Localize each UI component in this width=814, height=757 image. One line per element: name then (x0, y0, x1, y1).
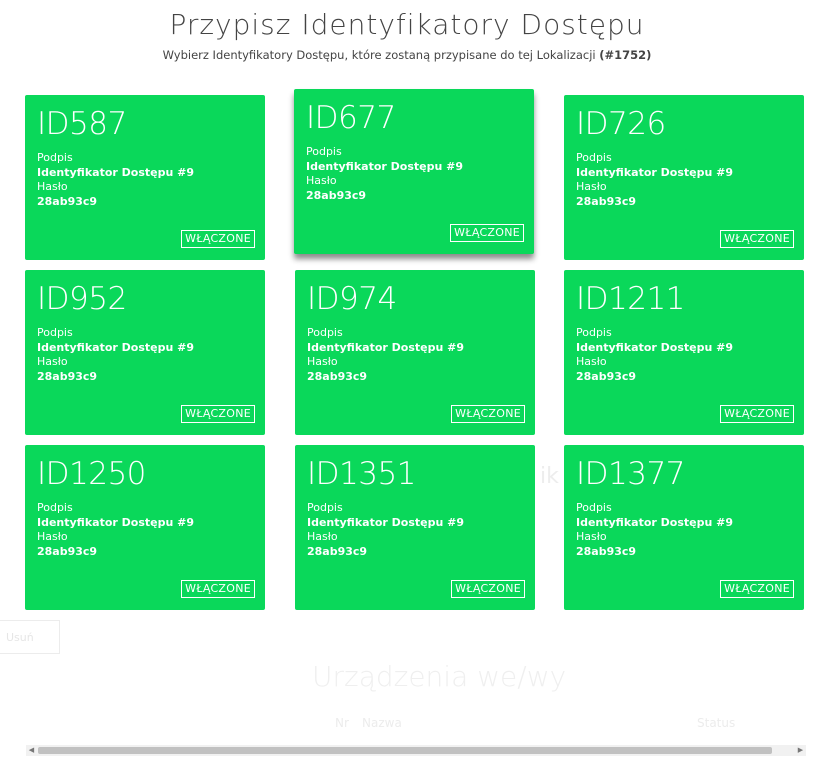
card-id: ID952 (37, 281, 127, 317)
card-signature-label: Podpis (576, 151, 612, 164)
card-id: ID1250 (37, 456, 146, 492)
status-badge: WŁĄCZONE (451, 580, 525, 598)
card-password-label: Hasło (37, 355, 68, 368)
card-password-value: 28ab93c9 (307, 545, 368, 558)
card-id: ID726 (576, 106, 666, 142)
card-signature-label: Podpis (576, 501, 612, 514)
card-password-label: Hasło (37, 530, 68, 543)
scroll-left-arrow-icon[interactable]: ◀ (26, 745, 37, 756)
scroll-right-arrow-icon[interactable]: ▶ (795, 745, 806, 756)
card-password-value: 28ab93c9 (37, 370, 98, 383)
status-badge: WŁĄCZONE (720, 405, 794, 423)
card-signature-value: Identyfikator Dostępu #9 (576, 516, 734, 529)
card-signature-value: Identyfikator Dostępu #9 (37, 516, 195, 529)
card-signature-value: Identyfikator Dostępu #9 (576, 166, 734, 179)
card-password-value: 28ab93c9 (576, 545, 637, 558)
card-password-label: Hasło (307, 530, 338, 543)
card-id: ID587 (37, 106, 127, 142)
card-password-label: Hasło (576, 355, 607, 368)
card-password-value: 28ab93c9 (37, 545, 98, 558)
card-id: ID974 (307, 281, 397, 317)
access-id-card[interactable]: ID974 Podpis Identyfikator Dostępu #9 Ha… (295, 270, 535, 435)
card-signature-value: Identyfikator Dostępu #9 (576, 341, 734, 354)
card-signature-value: Identyfikator Dostępu #9 (37, 166, 195, 179)
access-id-grid: ID587 Podpis Identyfikator Dostępu #9 Ha… (0, 0, 814, 757)
card-password-value: 28ab93c9 (306, 189, 367, 202)
card-signature-value: Identyfikator Dostępu #9 (37, 341, 195, 354)
access-id-card[interactable]: ID952 Podpis Identyfikator Dostępu #9 Ha… (25, 270, 265, 435)
card-id: ID1377 (576, 456, 685, 492)
card-signature-label: Podpis (307, 501, 343, 514)
card-signature-label: Podpis (37, 326, 73, 339)
status-badge: WŁĄCZONE (720, 580, 794, 598)
card-password-label: Hasło (307, 355, 338, 368)
card-password-value: 28ab93c9 (576, 195, 637, 208)
card-signature-label: Podpis (307, 326, 343, 339)
status-badge: WŁĄCZONE (720, 230, 794, 248)
status-badge: WŁĄCZONE (450, 224, 524, 242)
status-badge: WŁĄCZONE (181, 580, 255, 598)
horizontal-scrollbar[interactable]: ◀ ▶ (26, 745, 806, 756)
card-password-label: Hasło (37, 180, 68, 193)
access-id-card[interactable]: ID587 Podpis Identyfikator Dostępu #9 Ha… (25, 95, 265, 260)
access-id-card[interactable]: ID726 Podpis Identyfikator Dostępu #9 Ha… (564, 95, 804, 260)
access-id-card[interactable]: ID677 Podpis Identyfikator Dostępu #9 Ha… (294, 89, 534, 254)
card-signature-label: Podpis (576, 326, 612, 339)
access-id-card[interactable]: ID1211 Podpis Identyfikator Dostępu #9 H… (564, 270, 804, 435)
scroll-thumb[interactable] (38, 747, 772, 754)
card-password-label: Hasło (306, 174, 337, 187)
card-signature-value: Identyfikator Dostępu #9 (307, 341, 465, 354)
card-id: ID1351 (307, 456, 416, 492)
card-signature-label: Podpis (37, 151, 73, 164)
status-badge: WŁĄCZONE (181, 230, 255, 248)
access-id-card[interactable]: ID1250 Podpis Identyfikator Dostępu #9 H… (25, 445, 265, 610)
card-signature-label: Podpis (37, 501, 73, 514)
card-signature-value: Identyfikator Dostępu #9 (307, 516, 465, 529)
access-id-card[interactable]: ID1377 Podpis Identyfikator Dostępu #9 H… (564, 445, 804, 610)
card-signature-label: Podpis (306, 145, 342, 158)
status-badge: WŁĄCZONE (451, 405, 525, 423)
card-password-value: 28ab93c9 (576, 370, 637, 383)
card-password-label: Hasło (576, 180, 607, 193)
card-password-label: Hasło (576, 530, 607, 543)
card-id: ID1211 (576, 281, 685, 317)
card-signature-value: Identyfikator Dostępu #9 (306, 160, 464, 173)
access-id-card[interactable]: ID1351 Podpis Identyfikator Dostępu #9 H… (295, 445, 535, 610)
card-password-value: 28ab93c9 (307, 370, 368, 383)
card-id: ID677 (306, 100, 396, 136)
card-password-value: 28ab93c9 (37, 195, 98, 208)
status-badge: WŁĄCZONE (181, 405, 255, 423)
